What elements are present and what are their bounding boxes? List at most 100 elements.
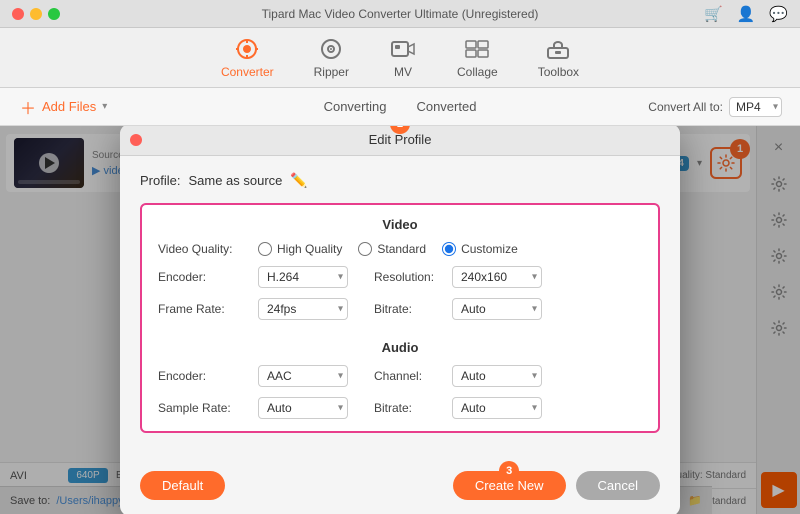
bitrate-select-wrapper: Auto [452, 298, 542, 320]
top-nav: Converter Ripper MV [0, 28, 800, 88]
default-button[interactable]: Default [140, 471, 225, 500]
convert-all-dropdown-wrapper: MP4 [729, 97, 782, 117]
nav-converter-label: Converter [221, 65, 274, 79]
convert-all-label: Convert All to: [648, 100, 723, 114]
maximize-button[interactable] [48, 8, 60, 20]
nav-ripper-label: Ripper [314, 65, 349, 79]
nav-toolbox-label: Toolbox [538, 65, 579, 79]
audio-encoder-select-wrapper: AAC [258, 365, 348, 387]
nav-converter[interactable]: Converter [221, 37, 274, 79]
profile-row: Profile: Same as source ✏️ [140, 172, 660, 189]
encoder-resolution-row: Encoder: H.264 Resolution: 240x160 [158, 266, 642, 288]
encoder-select[interactable]: H.264 [258, 266, 348, 288]
resolution-select-wrapper: 240x160 [452, 266, 542, 288]
tab-converted[interactable]: Converted [416, 95, 476, 118]
modal-overlay: 2 Edit Profile Profile: Same as source ✏… [0, 126, 800, 514]
frame-rate-select-wrapper: 24fps [258, 298, 348, 320]
convert-all-select[interactable]: MP4 [729, 97, 782, 117]
main-content: Source 3GP2 ▶ video.3gp2 MP4 ▾ 1 [0, 126, 800, 514]
video-section-title: Video [158, 217, 642, 232]
add-files-label: Add Files [42, 99, 96, 114]
title-bar-actions: 🛒 👤 💬 [704, 5, 788, 23]
audio-encoder-label: Encoder: [158, 369, 248, 383]
quality-high-radio[interactable] [258, 242, 272, 256]
nav-ripper[interactable]: Ripper [314, 37, 349, 79]
footer-right-buttons: 3 Create New Cancel [453, 471, 660, 500]
section-divider [158, 330, 642, 340]
toolbar-tabs: Converting Converted [324, 95, 477, 118]
audio-bitrate-select[interactable]: Auto [452, 397, 542, 419]
add-files-button[interactable]: ＋ Add Files ▾ [12, 91, 115, 123]
nav-collage[interactable]: Collage [457, 37, 498, 79]
collage-icon [463, 37, 491, 61]
modal-body: Profile: Same as source ✏️ Video Video Q… [120, 156, 680, 461]
settings-section-box: Video Video Quality: High Quality Standa… [140, 203, 660, 433]
create-new-wrapper: 3 Create New [453, 471, 566, 500]
quality-high-label: High Quality [277, 242, 342, 256]
close-button[interactable] [12, 8, 24, 20]
audio-section-title: Audio [158, 340, 642, 355]
quality-standard-label: Standard [377, 242, 426, 256]
video-quality-label: Video Quality: [158, 242, 248, 256]
channel-label: Channel: [374, 369, 444, 383]
audio-bitrate-label: Bitrate: [374, 401, 444, 415]
nav-collage-label: Collage [457, 65, 498, 79]
edit-profile-modal: 2 Edit Profile Profile: Same as source ✏… [120, 126, 680, 514]
ripper-icon [317, 37, 345, 61]
audio-bitrate-select-wrapper: Auto [452, 397, 542, 419]
resolution-label: Resolution: [374, 270, 444, 284]
channel-select[interactable]: Auto [452, 365, 542, 387]
title-bar: Tipard Mac Video Converter Ultimate (Unr… [0, 0, 800, 28]
quality-customize-option[interactable]: Customize [442, 242, 518, 256]
traffic-lights [12, 8, 60, 20]
channel-pair: Channel: Auto [374, 365, 542, 387]
encoder-label: Encoder: [158, 270, 248, 284]
cancel-button[interactable]: Cancel [576, 471, 660, 500]
edit-icon[interactable]: ✏️ [290, 172, 307, 189]
bitrate-pair: Bitrate: Auto [374, 298, 542, 320]
app-title: Tipard Mac Video Converter Ultimate (Unr… [262, 7, 539, 21]
nav-toolbox[interactable]: Toolbox [538, 37, 579, 79]
toolbar: ＋ Add Files ▾ Converting Converted Conve… [0, 88, 800, 126]
frame-rate-label: Frame Rate: [158, 302, 248, 316]
resolution-pair: Resolution: 240x160 [374, 266, 542, 288]
quality-customize-radio[interactable] [442, 242, 456, 256]
modal-title: Edit Profile [369, 132, 432, 147]
audio-encoder-select[interactable]: AAC [258, 365, 348, 387]
channel-select-wrapper: Auto [452, 365, 542, 387]
sample-rate-select[interactable]: Auto [258, 397, 348, 419]
audio-bitrate-pair: Bitrate: Auto [374, 397, 542, 419]
nav-mv[interactable]: MV [389, 37, 417, 79]
cart-icon[interactable]: 🛒 [704, 5, 723, 23]
nav-mv-label: MV [394, 65, 412, 79]
quality-standard-radio[interactable] [358, 242, 372, 256]
video-quality-options: High Quality Standard Customize [258, 242, 642, 256]
sample-rate-label: Sample Rate: [158, 401, 248, 415]
user-icon[interactable]: 👤 [737, 5, 756, 23]
modal-footer: Default 3 Create New Cancel [120, 461, 680, 514]
modal-close-button[interactable] [130, 134, 142, 146]
tab-converting[interactable]: Converting [324, 95, 387, 118]
audio-encoder-channel-row: Encoder: AAC Channel: Auto [158, 365, 642, 387]
quality-standard-option[interactable]: Standard [358, 242, 426, 256]
bitrate-label: Bitrate: [374, 302, 444, 316]
toolbox-icon [544, 37, 572, 61]
converter-icon [233, 37, 261, 61]
quality-high-option[interactable]: High Quality [258, 242, 342, 256]
profile-value: Same as source [188, 173, 282, 188]
add-files-dropdown-icon: ▾ [102, 101, 107, 112]
minimize-button[interactable] [30, 8, 42, 20]
resolution-select[interactable]: 240x160 [452, 266, 542, 288]
step-3-badge: 3 [499, 461, 519, 481]
convert-all-section: Convert All to: MP4 [648, 97, 788, 117]
profile-label: Profile: [140, 173, 180, 188]
encoder-select-wrapper: H.264 [258, 266, 348, 288]
chat-icon[interactable]: 💬 [769, 5, 788, 23]
sample-rate-bitrate-row: Sample Rate: Auto Bitrate: Auto [158, 397, 642, 419]
bitrate-select[interactable]: Auto [452, 298, 542, 320]
plus-icon: ＋ [20, 95, 36, 119]
mv-icon [389, 37, 417, 61]
video-quality-row: Video Quality: High Quality Standard [158, 242, 642, 256]
frame-rate-select[interactable]: 24fps [258, 298, 348, 320]
framerate-bitrate-row: Frame Rate: 24fps Bitrate: Auto [158, 298, 642, 320]
